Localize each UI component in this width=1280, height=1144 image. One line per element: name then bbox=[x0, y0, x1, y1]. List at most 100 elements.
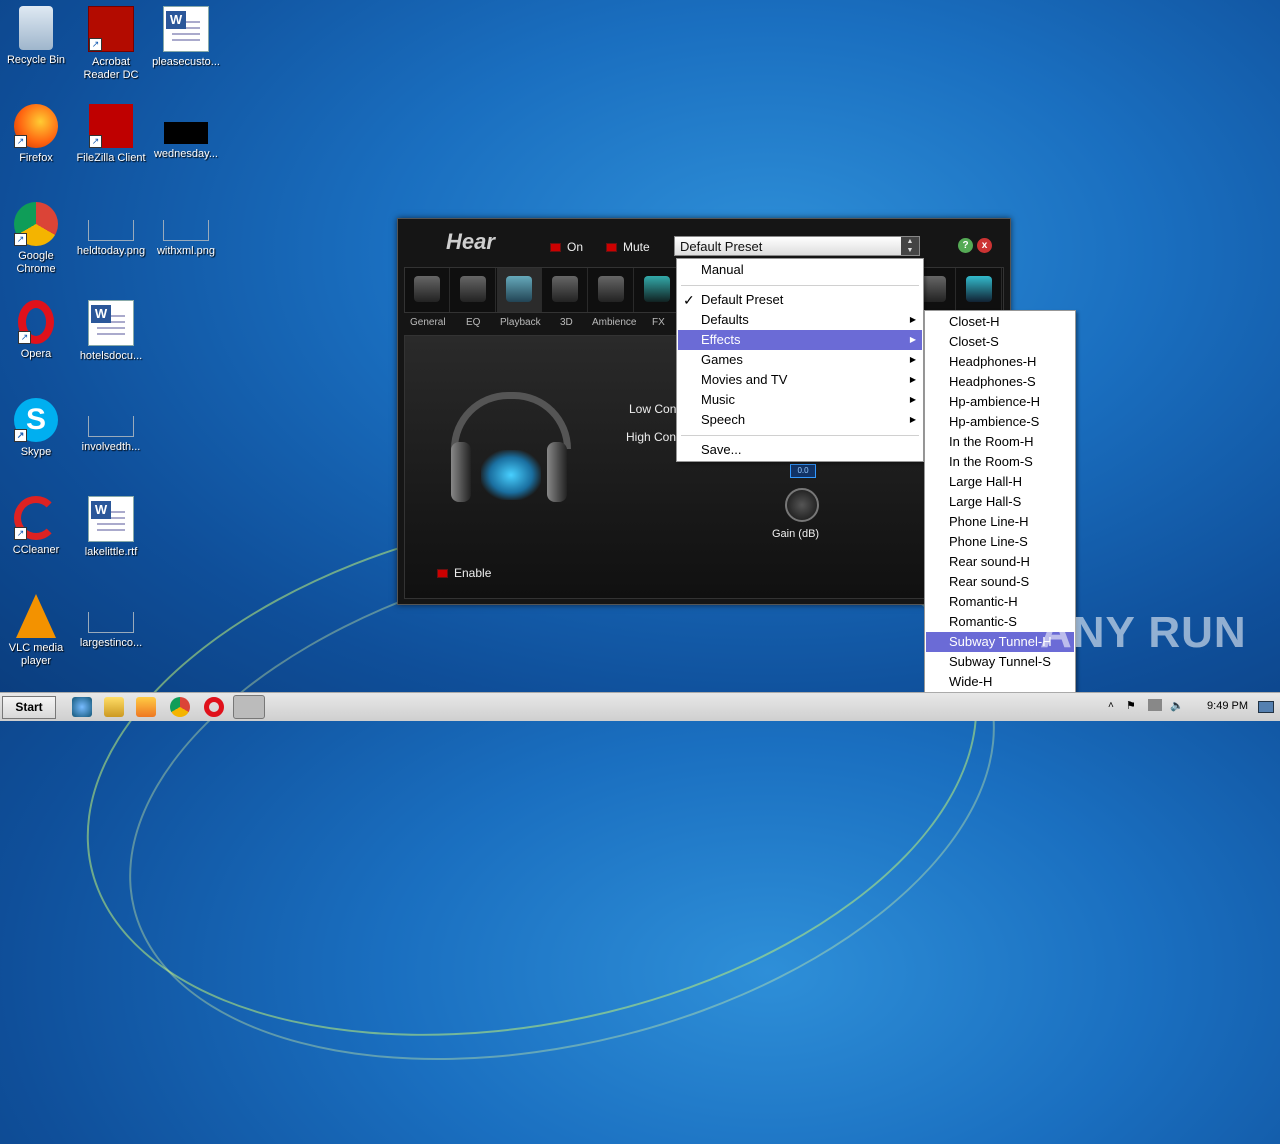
menu-item-label: Headphones-S bbox=[949, 374, 1036, 389]
show-desktop-icon[interactable] bbox=[1258, 701, 1274, 713]
gain-knob[interactable] bbox=[785, 488, 819, 522]
desktop-icon-label: pleasecusto... bbox=[152, 56, 220, 68]
start-label: Start bbox=[15, 700, 43, 714]
menu-item-games[interactable]: Games ▶ bbox=[678, 350, 922, 370]
effects-menu-item[interactable]: Phone Line-S bbox=[926, 532, 1074, 552]
desktop-icon-label: Opera bbox=[20, 348, 52, 360]
effects-menu-item[interactable]: Closet-H bbox=[926, 312, 1074, 332]
desktop-icon-involvedth[interactable]: involvedth... bbox=[73, 392, 149, 454]
help-button[interactable]: ? bbox=[958, 238, 973, 253]
menu-item-default-preset[interactable]: ✓ Default Preset bbox=[678, 290, 922, 310]
clock[interactable]: 9:49 PM bbox=[1207, 700, 1248, 712]
desktop-icon-ccleaner[interactable]: ↗ CCleaner bbox=[0, 490, 74, 557]
submenu-arrow-icon: ▶ bbox=[909, 375, 916, 384]
speaker-icon[interactable]: 🔈 bbox=[1170, 699, 1184, 712]
effects-menu-item[interactable]: Rear sound-H bbox=[926, 552, 1074, 572]
effects-menu-item[interactable]: Hp-ambience-H bbox=[926, 392, 1074, 412]
enable-toggle[interactable]: Enable bbox=[437, 566, 491, 580]
desktop-icon-heldtoday[interactable]: heldtoday.png bbox=[73, 196, 149, 258]
effects-menu-item[interactable]: Large Hall-S bbox=[926, 492, 1074, 512]
effects-menu-item[interactable]: Hp-ambience-S bbox=[926, 412, 1074, 432]
mute-toggle[interactable]: Mute bbox=[606, 240, 650, 254]
led-icon bbox=[437, 569, 448, 579]
headband bbox=[451, 392, 571, 449]
menu-item-effects[interactable]: Effects ▶ bbox=[678, 330, 922, 350]
desktop-icon-firefox[interactable]: ↗ Firefox bbox=[0, 98, 74, 165]
desktop-icon-label: Firefox bbox=[19, 152, 53, 164]
hear-taskbar-button[interactable] bbox=[233, 695, 265, 719]
effects-menu-item[interactable]: Wide-H bbox=[926, 672, 1074, 692]
desktop-icon-lakelittle[interactable]: W lakelittle.rtf bbox=[73, 490, 149, 559]
opera-icon: ↗ bbox=[18, 300, 54, 344]
desktop-icon-label: Google Chrome bbox=[16, 250, 56, 275]
menu-separator bbox=[681, 285, 919, 286]
effects-menu-item[interactable]: Headphones-S bbox=[926, 372, 1074, 392]
effects-menu-item[interactable]: Phone Line-H bbox=[926, 512, 1074, 532]
gain-readout: 0.0 bbox=[790, 464, 816, 478]
menu-item-save[interactable]: Save... bbox=[678, 440, 922, 460]
desktop-icon-skype[interactable]: S ↗ Skype bbox=[0, 392, 74, 459]
tab-fx[interactable] bbox=[635, 268, 680, 312]
effects-menu-item[interactable]: Rear sound-S bbox=[926, 572, 1074, 592]
ambience-icon bbox=[598, 276, 624, 302]
ie-icon[interactable] bbox=[72, 697, 92, 717]
close-button[interactable]: x bbox=[977, 238, 992, 253]
menu-item-label: Large Hall-S bbox=[949, 494, 1022, 509]
media-player-icon[interactable] bbox=[136, 697, 156, 717]
preset-dropdown[interactable]: Default Preset ▲ ▼ bbox=[674, 236, 920, 256]
desktop-icon-recycle-bin[interactable]: Recycle Bin bbox=[0, 0, 74, 67]
desktop-icon-chrome[interactable]: ↗ Google Chrome bbox=[0, 196, 74, 276]
menu-item-label: Hp-ambience-S bbox=[949, 414, 1040, 429]
submenu-arrow-icon: ▶ bbox=[909, 395, 916, 404]
desktop-icon-vlc[interactable]: VLC media player bbox=[0, 588, 74, 668]
desktop-icon-acrobat[interactable]: ↗ Acrobat Reader DC bbox=[73, 0, 149, 82]
on-toggle[interactable]: On bbox=[550, 240, 583, 254]
spinner-arrows-icon[interactable]: ▲ ▼ bbox=[901, 237, 919, 255]
start-button[interactable]: Start bbox=[2, 696, 56, 719]
menu-item-label: Phone Line-S bbox=[949, 534, 1028, 549]
enable-label: Enable bbox=[454, 566, 492, 580]
desktop-icon-label: VLC media player bbox=[8, 642, 64, 667]
menu-item-speech[interactable]: Speech ▶ bbox=[678, 410, 922, 430]
effects-menu-item[interactable]: Large Hall-H bbox=[926, 472, 1074, 492]
desktop-icon-wednesday[interactable]: wednesday... bbox=[148, 98, 224, 161]
network-icon[interactable] bbox=[1148, 699, 1162, 711]
tab-playback[interactable] bbox=[497, 268, 542, 312]
menu-item-label: Headphones-H bbox=[949, 354, 1037, 369]
menu-item-label: Manual bbox=[701, 262, 744, 277]
tab-general[interactable] bbox=[405, 268, 450, 312]
menu-item-label: Hp-ambience-H bbox=[949, 394, 1041, 409]
preset-value: Default Preset bbox=[680, 239, 763, 254]
tab-ambience[interactable] bbox=[589, 268, 634, 312]
tab-3d[interactable] bbox=[543, 268, 588, 312]
explorer-icon[interactable] bbox=[104, 697, 124, 717]
desktop-icon-label: wednesday... bbox=[153, 148, 218, 160]
desktop-icon-filezilla[interactable]: ↗ FileZilla Client bbox=[73, 98, 149, 165]
tab-eq[interactable] bbox=[451, 268, 496, 312]
desktop-icon-opera[interactable]: ↗ Opera bbox=[0, 294, 74, 361]
menu-item-music[interactable]: Music ▶ bbox=[678, 390, 922, 410]
desktop-icon-pleasecusto[interactable]: W pleasecusto... bbox=[148, 0, 224, 69]
tab-extra-2[interactable] bbox=[957, 268, 1002, 312]
menu-item-movies-tv[interactable]: Movies and TV ▶ bbox=[678, 370, 922, 390]
effects-menu-item[interactable]: In the Room-S bbox=[926, 452, 1074, 472]
headphones-icon bbox=[451, 392, 571, 512]
effects-menu-item[interactable]: Headphones-H bbox=[926, 352, 1074, 372]
mute-label: Mute bbox=[623, 240, 650, 254]
menu-item-label: Rear sound-S bbox=[949, 574, 1030, 589]
desktop-icon-label: Skype bbox=[20, 446, 52, 458]
flag-icon[interactable]: ⚑ bbox=[1126, 699, 1136, 712]
menu-item-label: Romantic-S bbox=[949, 614, 1017, 629]
effects-menu-item[interactable]: In the Room-H bbox=[926, 432, 1074, 452]
on-label: On bbox=[567, 240, 584, 254]
tray-expand-icon[interactable]: ˄ bbox=[1108, 700, 1114, 711]
opera-taskbar-icon[interactable] bbox=[204, 697, 224, 717]
menu-item-defaults[interactable]: Defaults ▶ bbox=[678, 310, 922, 330]
desktop-icon-withxml[interactable]: withxml.png bbox=[148, 196, 224, 258]
desktop-icon-hotelsdocu[interactable]: W hotelsdocu... bbox=[73, 294, 149, 363]
desktop-icon-largestinco[interactable]: largestinco... bbox=[73, 588, 149, 650]
chrome-taskbar-icon[interactable] bbox=[170, 697, 190, 717]
menu-item-manual[interactable]: Manual bbox=[678, 260, 922, 280]
effects-menu-item[interactable]: Closet-S bbox=[926, 332, 1074, 352]
chrome-icon: ↗ bbox=[14, 202, 58, 246]
